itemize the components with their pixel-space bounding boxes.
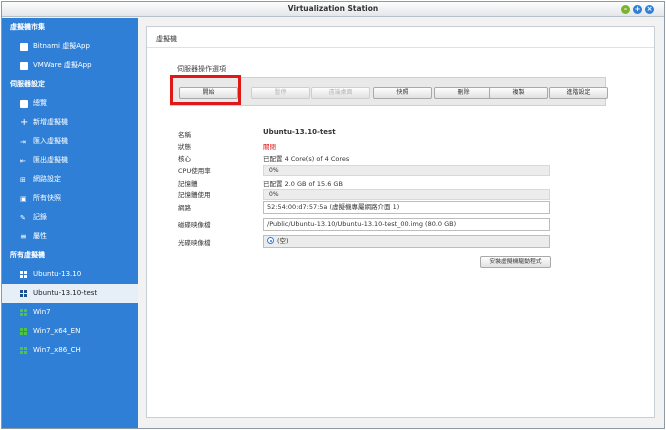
- sidebar-section-all-vms: 所有虛擬機: [10, 251, 45, 259]
- sidebar-item-label: 屬性: [33, 232, 47, 240]
- sidebar-item-vmware[interactable]: VMWare 虛擬App: [2, 56, 138, 75]
- sidebar-item-label: 匯入虛擬機: [33, 137, 68, 145]
- sidebar-item-snapshots[interactable]: ▣ 所有快照: [2, 189, 138, 208]
- cdrom-image-label: 光碟映像檔: [178, 239, 211, 247]
- store-icon: [20, 61, 28, 70]
- sidebar-item-label: Win7: [33, 308, 51, 316]
- vm-detail-panel: 虛擬機 伺服器操作選項 開始 暫停 遠端桌面 快照 刪除 複製 進階設定 名稱 …: [146, 26, 655, 418]
- divider: [147, 47, 654, 48]
- virtualization-station-window: Virtualization Station – + × 虛擬機市集 Bitna…: [1, 1, 665, 429]
- sidebar-item-network[interactable]: ⊞ 網路設定: [2, 170, 138, 189]
- window-title: Virtualization Station: [287, 4, 379, 13]
- sidebar-item-win7-x64-en[interactable]: Win7_x64_EN: [2, 322, 138, 341]
- cpu-usage-label: CPU使用率: [178, 167, 211, 175]
- network-label: 網路: [178, 204, 191, 212]
- sidebar-section-vm-market: 虛擬機市集: [10, 23, 45, 31]
- ubuntu-vm-icon: [20, 270, 28, 279]
- cdrom-value: (空): [277, 237, 289, 245]
- name-value: Ubuntu-13.10-test: [263, 128, 336, 136]
- cpu-usage-bar: 0%: [263, 165, 550, 176]
- windows-vm-icon: [20, 346, 28, 355]
- sidebar-item-bitnami[interactable]: Bitnami 虛擬App: [2, 37, 138, 56]
- sidebar-item-label: Win7_x64_EN: [33, 327, 81, 335]
- start-button-highlight: [170, 75, 241, 105]
- plus-icon: +: [20, 116, 29, 128]
- import-icon: ⇥: [20, 137, 26, 146]
- cdrom-image-field[interactable]: (空): [263, 235, 550, 248]
- sidebar-item-logs[interactable]: ✎ 記錄: [2, 208, 138, 227]
- minimize-icon[interactable]: –: [621, 5, 630, 14]
- export-icon: ⇤: [20, 156, 26, 165]
- clone-button[interactable]: 複製: [489, 87, 548, 99]
- network-icon: ⊞: [20, 175, 26, 184]
- sidebar-item-properties[interactable]: ≡ 屬性: [2, 227, 138, 246]
- windows-vm-icon: [20, 327, 28, 336]
- snapshot-button[interactable]: 快照: [373, 87, 432, 99]
- sidebar-item-label: Bitnami 虛擬App: [33, 42, 90, 50]
- memory-usage-label: 記憶體使用: [178, 191, 211, 199]
- network-field: 52:54:00:d7:57:5a (虛擬機專屬網路介面 1): [263, 201, 550, 214]
- page-title: 虛擬機: [156, 35, 177, 43]
- sidebar-item-label: 記錄: [33, 213, 47, 221]
- operations-label: 伺服器操作選項: [177, 65, 226, 73]
- sidebar-item-label: 總覽: [33, 99, 47, 107]
- delete-button[interactable]: 刪除: [434, 87, 493, 99]
- status-label: 狀態: [178, 143, 191, 151]
- sidebar-item-win7-x86-ch[interactable]: Win7_x86_CH: [2, 341, 138, 360]
- sidebar-item-win7[interactable]: Win7: [2, 303, 138, 322]
- sidebar-item-label: VMWare 虛擬App: [33, 61, 92, 69]
- memory-label: 記憶體: [178, 180, 198, 188]
- sidebar-item-import-vm[interactable]: ⇥ 匯入虛擬機: [2, 132, 138, 151]
- close-icon[interactable]: ×: [645, 5, 654, 14]
- install-driver-button[interactable]: 安裝虛擬機驅動程式: [480, 256, 551, 268]
- memory-value: 已配置 2.0 GB of 15.6 GB: [263, 180, 343, 188]
- title-bar: Virtualization Station – + ×: [2, 2, 664, 17]
- sidebar-item-label: 所有快照: [33, 194, 61, 202]
- maximize-icon[interactable]: +: [633, 5, 642, 14]
- memory-usage-bar: 0%: [263, 189, 550, 200]
- sidebar-item-label: 網路設定: [33, 175, 61, 183]
- core-value: 已配置 4 Core(s) of 4 Cores: [263, 155, 350, 163]
- sidebar-item-create-vm[interactable]: + 新增虛擬機: [2, 113, 138, 132]
- sidebar-item-overview[interactable]: 總覽: [2, 94, 138, 113]
- status-value: 關閉: [263, 143, 276, 151]
- store-icon: [20, 42, 28, 51]
- sidebar-item-ubuntu-13-10-test[interactable]: Ubuntu-13.10-test: [2, 284, 138, 303]
- properties-icon: ≡: [20, 231, 27, 241]
- sidebar: 虛擬機市集 Bitnami 虛擬App VMWare 虛擬App 伺服器設定 總…: [2, 18, 138, 428]
- sidebar-item-label: Ubuntu-13.10-test: [33, 289, 98, 297]
- core-label: 核心: [178, 155, 191, 163]
- overview-icon: [20, 99, 28, 108]
- sidebar-item-label: 新增虛擬機: [33, 118, 68, 126]
- disk-image-field: /Public/Ubuntu-13.10/Ubuntu-13.10-test_0…: [263, 218, 550, 231]
- sidebar-section-server-settings: 伺服器設定: [10, 80, 45, 88]
- sidebar-item-ubuntu-13-10[interactable]: Ubuntu-13.10: [2, 265, 138, 284]
- ubuntu-vm-icon: [20, 289, 28, 298]
- radio-icon[interactable]: [267, 237, 274, 244]
- advanced-settings-button[interactable]: 進階設定: [549, 87, 608, 99]
- sidebar-item-export-vm[interactable]: ⇤ 匯出虛擬機: [2, 151, 138, 170]
- name-label: 名稱: [178, 131, 191, 139]
- remote-desktop-button[interactable]: 遠端桌面: [311, 87, 370, 99]
- disk-image-label: 磁碟映像檔: [178, 221, 211, 229]
- sidebar-item-label: Ubuntu-13.10: [33, 270, 82, 278]
- pause-button[interactable]: 暫停: [251, 87, 310, 99]
- sidebar-item-label: 匯出虛擬機: [33, 156, 68, 164]
- sidebar-item-label: Win7_x86_CH: [33, 346, 81, 354]
- snapshot-icon: ▣: [20, 194, 27, 203]
- windows-vm-icon: [20, 308, 28, 317]
- log-icon: ✎: [20, 213, 26, 222]
